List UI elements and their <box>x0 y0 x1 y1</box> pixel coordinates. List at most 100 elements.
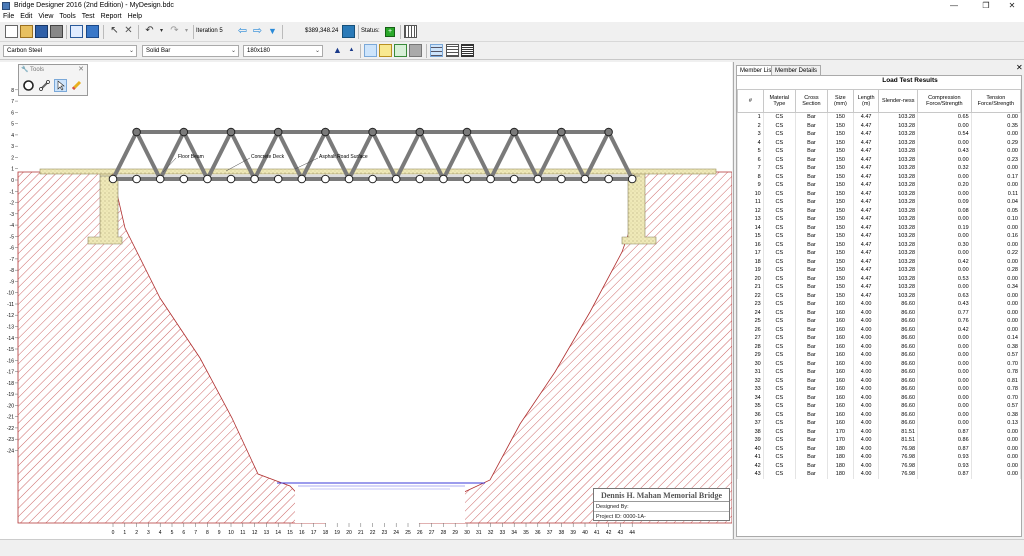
truss-joint[interactable] <box>368 174 377 184</box>
truss-joint[interactable] <box>297 174 307 184</box>
table-row[interactable]: 43 CS Bar 180 4.00 76.98 0.87 0.00 <box>737 470 1022 479</box>
section-select[interactable]: Solid Bar ⌄ <box>142 45 239 57</box>
truss-joint[interactable] <box>415 127 425 137</box>
save-icon[interactable] <box>35 25 48 38</box>
table-row[interactable]: 14 CS Bar 150 4.47 103.28 0.19 0.00 <box>737 223 1022 232</box>
table-row[interactable]: 17 CS Bar 150 4.47 103.28 0.00 0.22 <box>737 249 1022 258</box>
menu-file[interactable]: File <box>0 12 17 22</box>
table-row[interactable]: 27 CS Bar 160 4.00 86.60 0.00 0.14 <box>737 334 1022 343</box>
col-header-number[interactable]: # <box>737 89 764 113</box>
menu-help[interactable]: Help <box>125 12 145 22</box>
menu-tools[interactable]: Tools <box>56 12 78 22</box>
truss-joint[interactable] <box>203 174 212 184</box>
menu-edit[interactable]: Edit <box>17 12 35 22</box>
truss-joint[interactable] <box>108 174 118 184</box>
table-row[interactable]: 19 CS Bar 150 4.47 103.28 0.00 0.28 <box>737 266 1022 275</box>
table-row[interactable]: 33 CS Bar 160 4.00 86.60 0.00 0.78 <box>737 385 1022 394</box>
cost-report-icon[interactable] <box>342 25 355 38</box>
coarse-grid-icon[interactable] <box>430 44 443 57</box>
col-header-tension[interactable]: Tension Force/Strength <box>970 89 1022 113</box>
print-icon[interactable] <box>50 25 63 38</box>
maximize-button[interactable]: ❐ <box>976 0 996 12</box>
table-row[interactable]: 22 CS Bar 150 4.47 103.28 0.63 0.00 <box>737 291 1022 300</box>
truss-joint[interactable] <box>273 174 283 184</box>
truss-joint[interactable] <box>462 127 472 137</box>
col-header-compression[interactable]: Compression Force/Strength <box>917 89 972 113</box>
decrease-size-icon[interactable]: ▲ <box>345 44 358 57</box>
truss-joint[interactable] <box>627 174 637 184</box>
table-row[interactable]: 21 CS Bar 150 4.47 103.28 0.00 0.34 <box>737 283 1022 292</box>
table-row[interactable]: 2 CS Bar 150 4.47 103.28 0.00 0.35 <box>737 121 1022 130</box>
truss-joint[interactable] <box>462 174 472 184</box>
truss-joint[interactable] <box>533 174 543 184</box>
truss-joint[interactable] <box>509 174 519 184</box>
table-row[interactable]: 40 CS Bar 180 4.00 76.98 0.87 0.00 <box>737 444 1022 453</box>
tools-palette-header[interactable]: 🔧 Tools <box>21 66 85 75</box>
table-row[interactable]: 3 CS Bar 150 4.47 103.28 0.54 0.00 <box>737 130 1022 139</box>
col-header-slenderness[interactable]: Slender-ness <box>878 89 919 113</box>
truss-joint[interactable] <box>132 174 141 184</box>
truss-joint[interactable] <box>509 127 519 137</box>
truss-joint[interactable] <box>557 127 566 137</box>
table-row[interactable]: 11 CS Bar 150 4.47 103.28 0.09 0.04 <box>737 198 1022 207</box>
truss-joint[interactable] <box>226 174 236 184</box>
results-table[interactable]: # Material Type Cross Section Size (mm) … <box>737 89 1022 479</box>
table-row[interactable]: 38 CS Bar 170 4.00 81.51 0.87 0.00 <box>737 427 1022 436</box>
col-header-length[interactable]: Length (m) <box>852 89 880 113</box>
table-row[interactable]: 7 CS Bar 150 4.47 103.28 0.32 0.00 <box>737 164 1022 173</box>
table-row[interactable]: 37 CS Bar 160 4.00 86.60 0.00 0.13 <box>737 419 1022 428</box>
menu-report[interactable]: Report <box>98 12 125 22</box>
draw-bridge-icon[interactable] <box>70 25 83 38</box>
template-toggle-icon[interactable] <box>394 44 407 57</box>
eraser-tool-icon[interactable] <box>70 79 83 92</box>
table-row[interactable]: 16 CS Bar 150 4.47 103.28 0.30 0.00 <box>737 240 1022 249</box>
col-header-size[interactable]: Size (mm) <box>827 89 854 113</box>
results-table-container[interactable]: Load Test Results # Material Type Cross … <box>736 75 1022 537</box>
truss-joint[interactable] <box>273 127 283 137</box>
table-row[interactable]: 29 CS Bar 160 4.00 86.60 0.00 0.57 <box>737 351 1022 360</box>
table-row[interactable]: 39 CS Bar 170 4.00 81.51 0.86 0.00 <box>737 436 1022 445</box>
table-row[interactable]: 30 CS Bar 160 4.00 86.60 0.00 0.70 <box>737 359 1022 368</box>
table-row[interactable]: 13 CS Bar 150 4.47 103.28 0.00 0.10 <box>737 215 1022 224</box>
table-row[interactable]: 23 CS Bar 160 4.00 86.60 0.43 0.00 <box>737 300 1022 309</box>
numbers-toggle-icon[interactable] <box>409 44 422 57</box>
member-tool-icon[interactable] <box>38 79 51 92</box>
truss-joint[interactable] <box>391 174 401 184</box>
truss-joint[interactable] <box>179 174 189 184</box>
close-icon[interactable]: ✕ <box>78 65 84 73</box>
new-file-icon[interactable] <box>5 25 18 38</box>
table-row[interactable]: 41 CS Bar 180 4.00 76.98 0.93 0.00 <box>737 453 1022 462</box>
truss-joint[interactable] <box>486 174 495 184</box>
table-row[interactable]: 4 CS Bar 150 4.47 103.28 0.00 0.29 <box>737 138 1022 147</box>
status-ok-icon[interactable]: + <box>385 27 395 37</box>
table-row[interactable]: 12 CS Bar 150 4.47 103.28 0.08 0.05 <box>737 206 1022 215</box>
truss-joint[interactable] <box>415 174 425 184</box>
table-row[interactable]: 5 CS Bar 150 4.47 103.28 0.43 0.00 <box>737 147 1022 156</box>
size-select[interactable]: 180x180 ⌄ <box>243 45 323 57</box>
iteration-dropdown-icon[interactable]: ▼ <box>266 25 279 38</box>
table-row[interactable]: 24 CS Bar 160 4.00 86.60 0.77 0.00 <box>737 308 1022 317</box>
table-row[interactable]: 32 CS Bar 160 4.00 86.60 0.00 0.81 <box>737 376 1022 385</box>
truss-joint[interactable] <box>179 127 189 137</box>
table-row[interactable]: 6 CS Bar 150 4.47 103.28 0.00 0.23 <box>737 155 1022 164</box>
table-row[interactable]: 10 CS Bar 150 4.47 103.28 0.00 0.11 <box>737 189 1022 198</box>
truss-joint[interactable] <box>580 174 590 184</box>
select-member-icon[interactable]: ↖ <box>108 25 121 38</box>
truss-joint[interactable] <box>604 127 613 137</box>
col-header-material[interactable]: Material Type <box>762 89 796 113</box>
truss-joint[interactable] <box>132 127 141 137</box>
delete-icon[interactable]: ✕ <box>122 25 135 38</box>
table-row[interactable]: 36 CS Bar 160 4.00 86.60 0.00 0.38 <box>737 410 1022 419</box>
bridge-drawing[interactable]: Floor Beam Concrete Deck Asphalt Road Su… <box>0 62 732 539</box>
rulers-toggle-icon[interactable] <box>379 44 392 57</box>
undo-dropdown-icon[interactable]: ▾ <box>155 25 168 38</box>
truss-joint[interactable] <box>321 174 330 184</box>
table-row[interactable]: 15 CS Bar 150 4.47 103.28 0.00 0.16 <box>737 232 1022 241</box>
fine-grid-icon[interactable] <box>461 44 474 57</box>
truss-joint[interactable] <box>368 127 377 137</box>
member-list-toggle-icon[interactable] <box>364 44 377 57</box>
open-folder-icon[interactable] <box>20 25 33 38</box>
truss-joint[interactable] <box>344 174 354 184</box>
table-row[interactable]: 34 CS Bar 160 4.00 86.60 0.00 0.70 <box>737 393 1022 402</box>
material-select[interactable]: Carbon Steel ⌄ <box>3 45 137 57</box>
